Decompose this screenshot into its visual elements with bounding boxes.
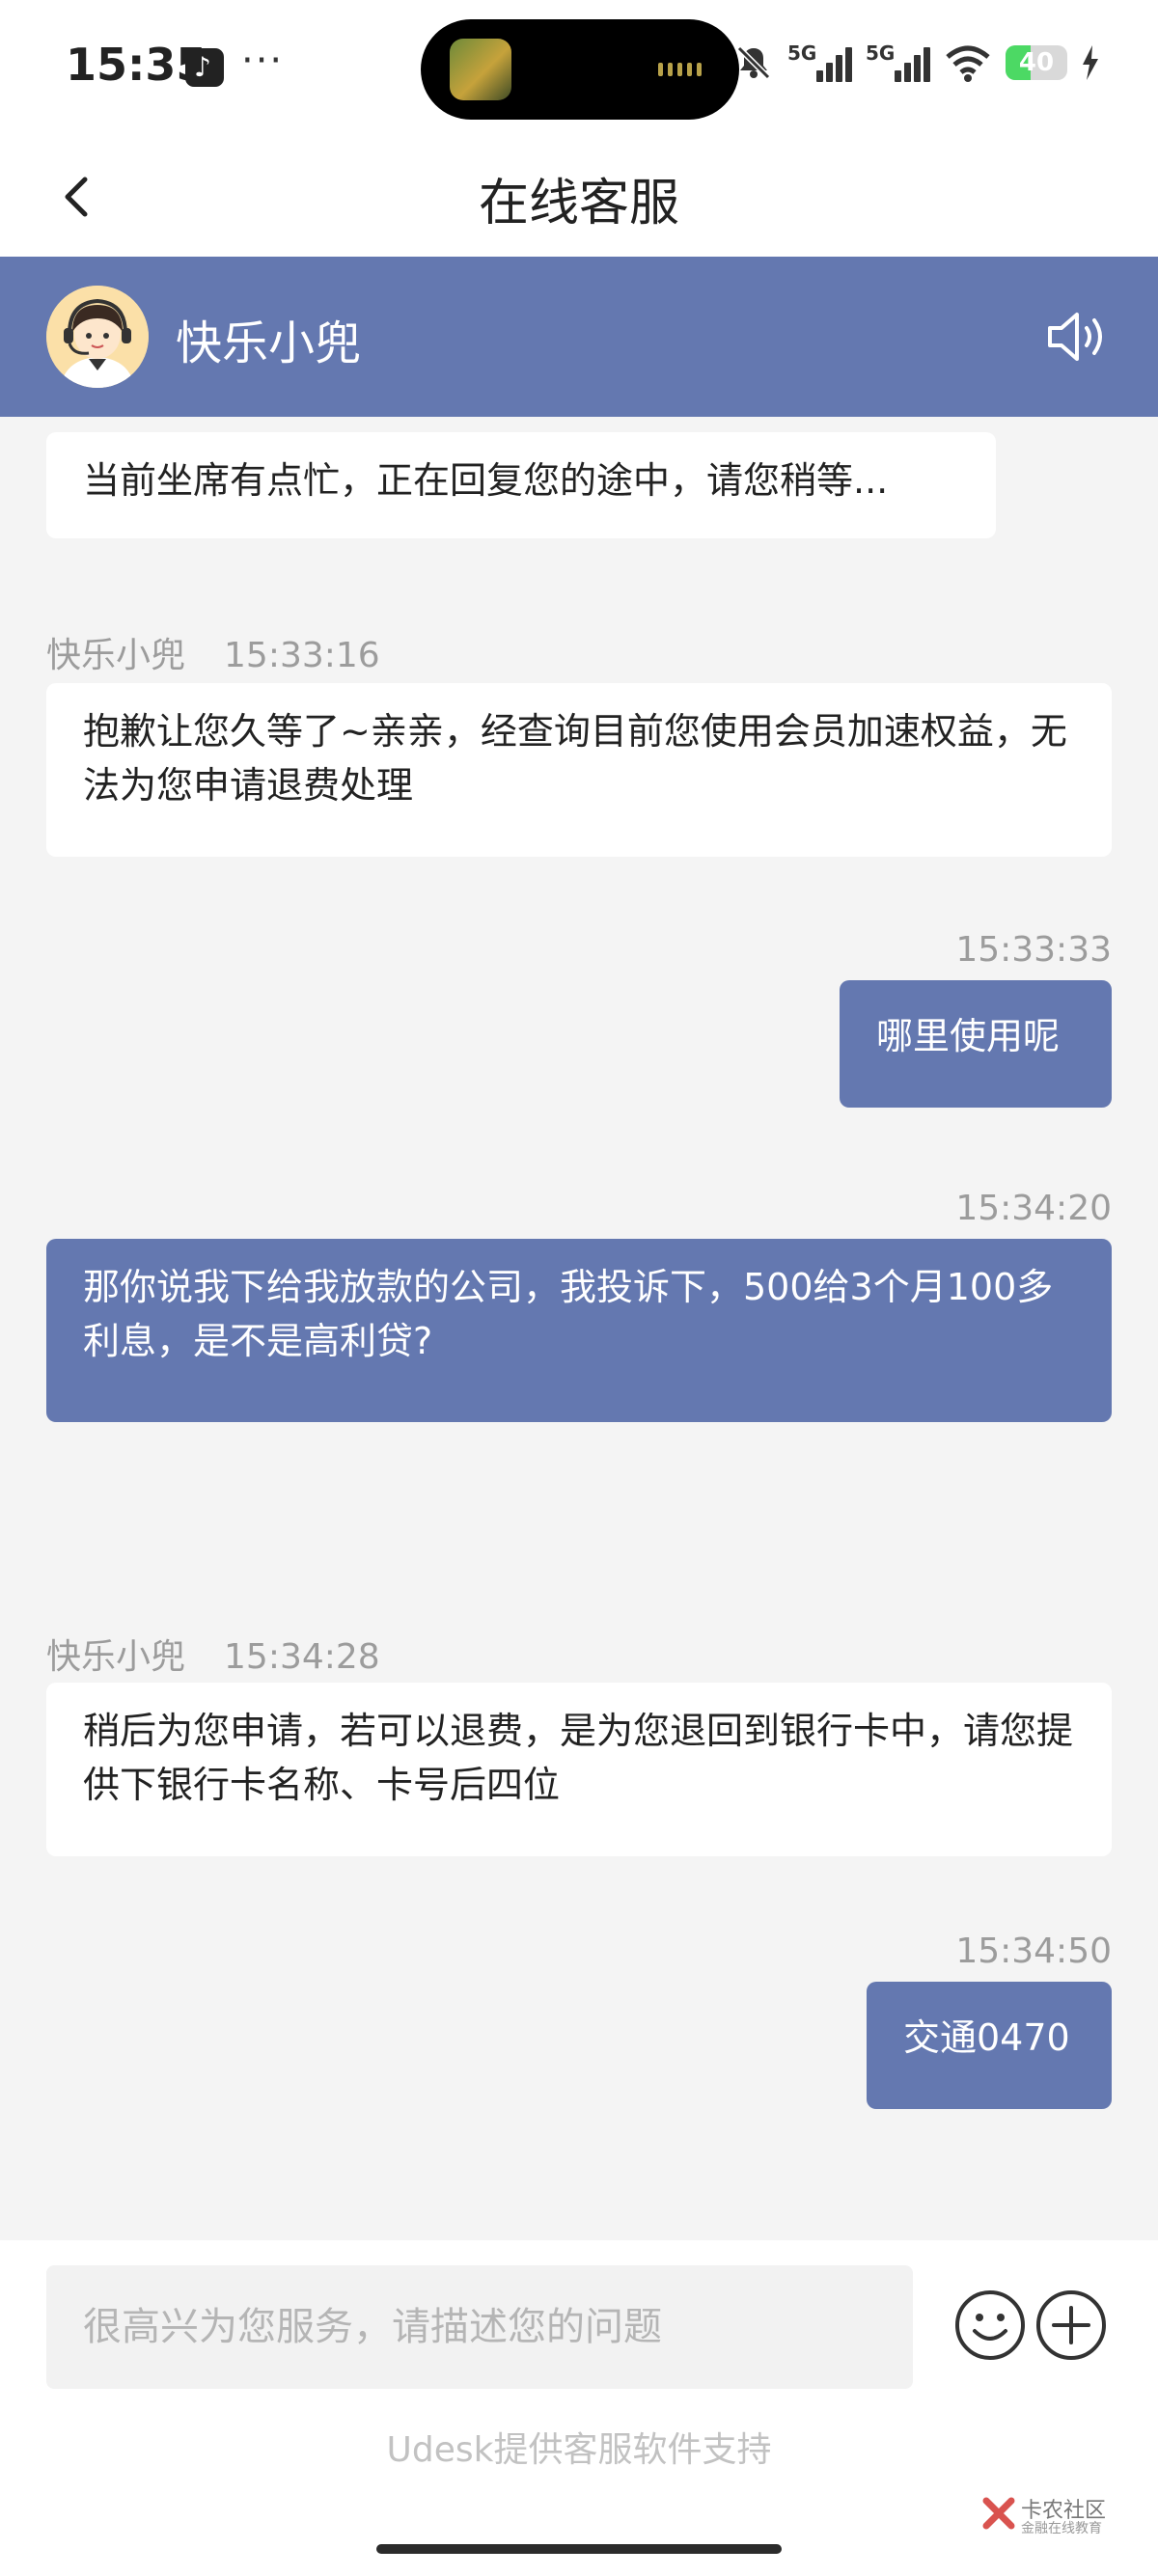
more-notifications-icon: ··· (241, 39, 285, 83)
agent-header: 快乐小兜 (0, 257, 1158, 417)
user-message-bubble: 交通0470 (867, 1982, 1112, 2109)
message-time: 15:34:20 (955, 1189, 1112, 1228)
agent-message-bubble: 抱歉让您久等了~亲亲，经查询目前您使用会员加速权益，无法为您申请退费处理 (46, 683, 1112, 857)
message-meta: 快乐小兜 15:34:28 (46, 1629, 380, 1679)
signal-icon-2: 5G (866, 41, 930, 82)
dynamic-island[interactable] (421, 19, 739, 120)
agent-name: 快乐小兜 (176, 316, 362, 370)
signal-icon-1: 5G (787, 41, 852, 82)
plus-icon[interactable] (1034, 2288, 1108, 2362)
user-message-bubble: 那你说我下给我放款的公司，我投诉下，500给3个月100多利息，是不是高利贷? (46, 1239, 1112, 1422)
message-text: 那你说我下给我放款的公司，我投诉下，500给3个月100多利息，是不是高利贷? (83, 1266, 1054, 1362)
watermark-subtitle: 金融在线教育 (1021, 2521, 1102, 2536)
wifi-icon (946, 45, 990, 82)
message-text: 当前坐席有点忙，正在回复您的途中，请您稍等... (83, 459, 889, 502)
chat-area[interactable]: 当前坐席有点忙，正在回复您的途中，请您稍等... 快乐小兜 15:33:16 抱歉… (0, 417, 1158, 2240)
home-indicator[interactable] (376, 2544, 782, 2554)
message-time: 15:34:28 (224, 1637, 380, 1677)
audio-wave-icon (658, 62, 710, 79)
speaker-icon[interactable] (1044, 303, 1112, 370)
agent-avatar (46, 286, 149, 388)
message-sender: 快乐小兜 (46, 1637, 186, 1677)
now-playing-artwork (450, 39, 511, 100)
watermark-logo-icon (982, 2497, 1015, 2530)
mute-bell-icon (736, 45, 771, 80)
agent-message-bubble: 稍后为您申请，若可以退费，是为您退回到银行卡中，请您提供下银行卡名称、卡号后四位 (46, 1683, 1112, 1856)
message-time: 15:34:50 (955, 1932, 1112, 1971)
charging-bolt-icon (1083, 45, 1098, 80)
message-text: 抱歉让您久等了~亲亲，经查询目前您使用会员加速权益，无法为您申请退费处理 (83, 710, 1067, 807)
message-input[interactable] (46, 2265, 913, 2389)
powered-by-text: Udesk提供客服软件支持 (386, 2430, 772, 2470)
watermark: 卡农社区 金融在线教育 (982, 2493, 1117, 2536)
message-meta: 快乐小兜 15:33:16 (46, 627, 380, 677)
composer: Udesk提供客服软件支持 卡农社区 金融在线教育 (0, 2240, 1158, 2576)
message-time: 15:33:33 (955, 930, 1112, 970)
page-title: 在线客服 (478, 175, 679, 233)
agent-message-bubble: 当前坐席有点忙，正在回复您的途中，请您稍等... (46, 432, 996, 538)
emoji-icon[interactable] (953, 2288, 1027, 2362)
message-text: 哪里使用呢 (876, 1015, 1061, 1057)
message-sender: 快乐小兜 (46, 636, 186, 675)
battery-icon: 40 (1006, 45, 1067, 80)
status-bar: 15:35 ··· 5G 5G 40 (0, 0, 1158, 135)
tiktok-notification-icon (185, 48, 224, 87)
user-message-bubble: 哪里使用呢 (840, 980, 1112, 1108)
message-text: 稍后为您申请，若可以退费，是为您退回到银行卡中，请您提供下银行卡名称、卡号后四位 (83, 1710, 1074, 1806)
nav-bar: 在线客服 (0, 135, 1158, 257)
message-time: 15:33:16 (224, 636, 380, 675)
message-text: 交通0470 (903, 2016, 1070, 2059)
status-icons: 5G 5G 40 (733, 41, 1100, 83)
